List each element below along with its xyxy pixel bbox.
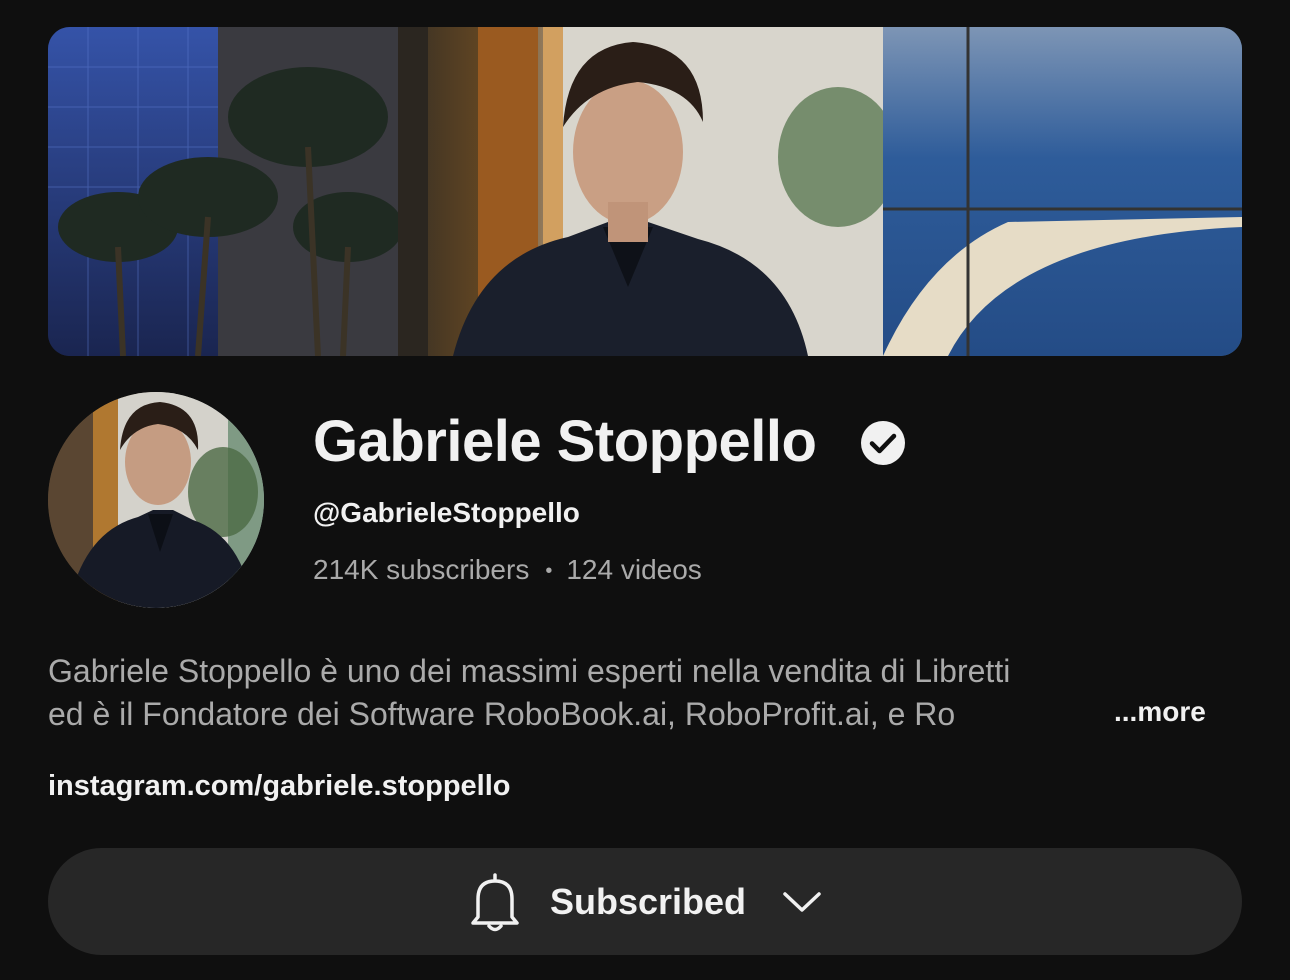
channel-page: Gabriele Stoppello @GabrieleStoppello 21…	[0, 0, 1290, 980]
subscribed-label: Subscribed	[549, 880, 747, 922]
video-count: 124 videos	[566, 554, 702, 585]
more-button[interactable]: ...more	[1114, 696, 1206, 728]
channel-link[interactable]: instagram.com/gabriele.stoppello	[48, 770, 511, 803]
avatar-photo	[48, 392, 264, 608]
subscriber-count: 214K subscribers	[313, 554, 530, 585]
chevron-down-icon	[783, 891, 821, 912]
subscribed-button[interactable]: Subscribed	[48, 848, 1242, 955]
channel-handle: @GabrieleStoppello	[313, 497, 580, 528]
description-line-2: ed è il Fondatore dei Software RoboBook.…	[48, 696, 956, 732]
verified-check-icon	[861, 421, 905, 465]
bell-icon	[471, 872, 519, 931]
channel-banner	[48, 27, 1242, 356]
channel-name: Gabriele Stoppello	[313, 409, 817, 474]
banner-photo	[48, 27, 1242, 356]
channel-avatar[interactable]	[48, 392, 264, 608]
channel-description[interactable]: Gabriele Stoppello è uno dei massimi esp…	[48, 650, 1220, 736]
channel-stats: 214K subscribers • 124 videos	[313, 554, 702, 586]
description-line-1: Gabriele Stoppello è uno dei massimi esp…	[48, 653, 1011, 689]
stats-separator: •	[545, 560, 553, 583]
